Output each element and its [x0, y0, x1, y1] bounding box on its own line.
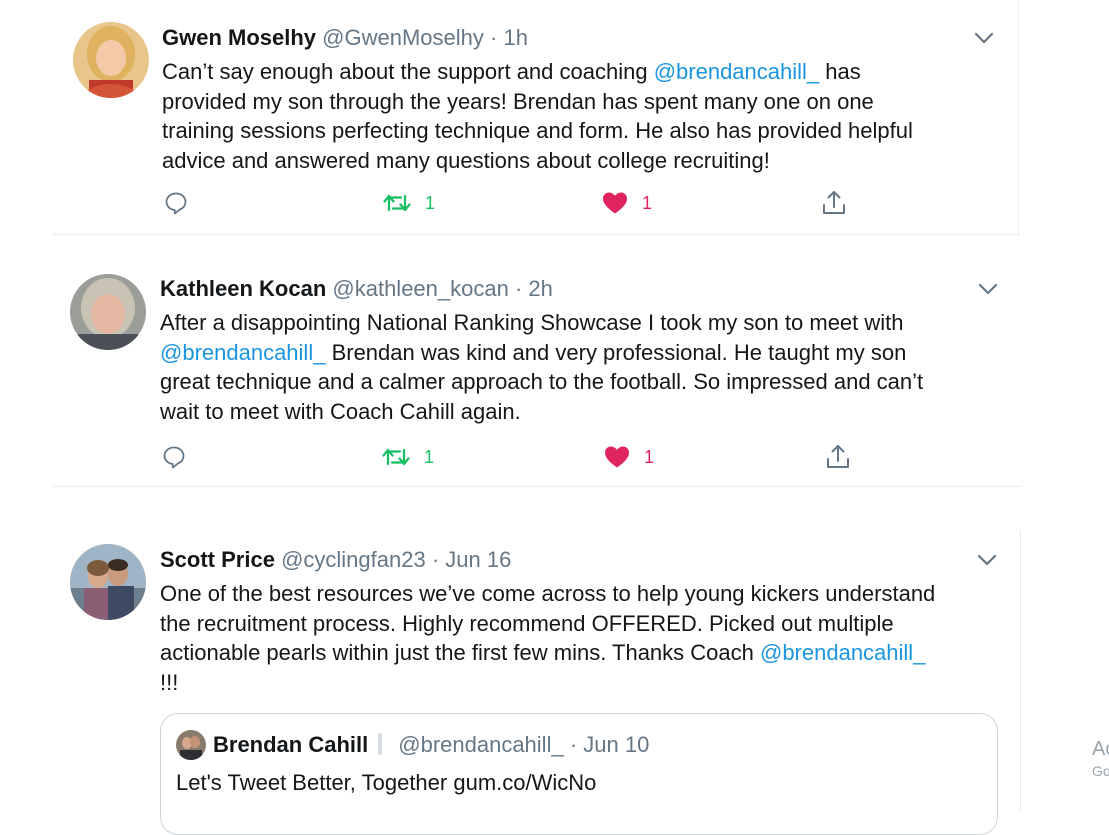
like-count: 1: [644, 446, 655, 467]
reply-icon: [163, 446, 185, 469]
retweet-count: 1: [425, 192, 436, 213]
text-line: actionable pearls within just the first …: [160, 640, 926, 666]
timeline-border: [1020, 530, 1021, 811]
text-line: One of the best resources we’ve come acr…: [160, 581, 936, 606]
timestamp[interactable]: 1h: [503, 25, 527, 50]
mention-link[interactable]: @brendancahill_: [760, 640, 925, 665]
quoted-tweet[interactable]: Brendan Cahill @brendancahill_ · Jun 10 L…: [160, 713, 998, 835]
text-line: the recruitment process. Highly recommen…: [160, 610, 894, 636]
text-line: !!!: [160, 669, 179, 695]
tweet-header: Gwen Moselhy @GwenMoselhy · 1h: [162, 25, 528, 51]
text-line: provided my son through the years! Brend…: [162, 88, 874, 114]
ad-label: Ac: [1092, 738, 1109, 760]
tweet-feed: Gwen Moselhy @GwenMoselhy · 1h Can’t say…: [0, 0, 1109, 835]
separator-dot: ·: [569, 732, 578, 757]
quoted-author-handle[interactable]: @brendancahill_: [398, 732, 563, 757]
text-line: advice and answered many questions about…: [162, 147, 770, 173]
retweet-count: 1: [424, 446, 435, 467]
author-name[interactable]: Kathleen Kocan: [160, 276, 326, 301]
reply-button[interactable]: [161, 442, 187, 472]
share-icon: [827, 445, 849, 468]
retweet-button[interactable]: 1: [383, 188, 435, 218]
text-line: @brendancahill_ Brendan was kind and ver…: [160, 339, 907, 365]
author-name[interactable]: Gwen Moselhy: [162, 25, 316, 50]
reply-button[interactable]: [163, 188, 189, 218]
timestamp[interactable]: Jun 16: [445, 547, 511, 572]
author-handle[interactable]: @GwenMoselhy: [322, 25, 484, 50]
chevron-down-icon[interactable]: [976, 553, 998, 567]
heart-icon: [605, 446, 629, 468]
quoted-timestamp[interactable]: Jun 10: [583, 732, 649, 757]
retweet-icon: [383, 194, 411, 212]
separator-dot: ·: [514, 276, 523, 301]
author-handle[interactable]: @kathleen_kocan: [332, 276, 508, 301]
text-line: wait to meet with Coach Cahill again.: [160, 398, 521, 424]
timestamp[interactable]: 2h: [528, 276, 552, 301]
mention-link[interactable]: @brendancahill_: [160, 340, 325, 365]
text-line: After a disappointing National Ranking S…: [160, 310, 904, 335]
tweet[interactable]: Kathleen Kocan @kathleen_kocan · 2h Afte…: [0, 236, 1020, 486]
quoted-avatar[interactable]: [176, 730, 206, 760]
avatar[interactable]: [73, 22, 149, 98]
quoted-header: Brendan Cahill @brendancahill_ · Jun 10: [213, 732, 649, 758]
avatar[interactable]: [70, 544, 146, 620]
like-count: 1: [642, 192, 653, 213]
author-name[interactable]: Scott Price: [160, 547, 275, 572]
quoted-text: Let's Tweet Better, Together gum.co/WicN…: [176, 770, 597, 795]
chevron-down-icon[interactable]: [973, 31, 995, 45]
ad-sublabel: Go: [1092, 763, 1109, 779]
tweet-text: After a disappointing National Ranking S…: [160, 308, 923, 426]
separator-dot: ·: [490, 25, 498, 50]
separator-dot: ·: [431, 547, 440, 572]
share-icon: [823, 191, 845, 214]
reply-icon: [165, 192, 187, 215]
tweet-text: Can’t say enough about the support and c…: [162, 57, 913, 175]
text-line: training sessions perfecting technique a…: [162, 118, 913, 144]
share-button[interactable]: [821, 188, 847, 218]
text-line: Can’t say enough about the support and c…: [162, 59, 861, 84]
mention-link[interactable]: @brendancahill_: [654, 59, 819, 84]
tweet[interactable]: Scott Price @cyclingfan23 · Jun 16 One o…: [0, 487, 1020, 835]
retweet-button[interactable]: 1: [382, 442, 434, 472]
like-button[interactable]: 1: [604, 442, 654, 472]
share-button[interactable]: [825, 442, 851, 472]
tweet-divider: [52, 234, 1020, 235]
quoted-author-name[interactable]: Brendan Cahill: [213, 732, 368, 757]
tweet-header: Scott Price @cyclingfan23 · Jun 16: [160, 547, 511, 573]
tweet[interactable]: Gwen Moselhy @GwenMoselhy · 1h Can’t say…: [0, 0, 1020, 235]
verified-icon: [378, 733, 383, 755]
like-button[interactable]: 1: [602, 188, 652, 218]
chevron-down-icon[interactable]: [977, 282, 999, 296]
avatar[interactable]: [70, 274, 146, 350]
author-handle[interactable]: @cyclingfan23: [281, 547, 426, 572]
text-line: great technique and a calmer approach to…: [160, 369, 924, 395]
tweet-header: Kathleen Kocan @kathleen_kocan · 2h: [160, 276, 553, 302]
retweet-icon: [382, 448, 410, 466]
tweet-text: One of the best resources we’ve come acr…: [160, 579, 935, 697]
heart-icon: [603, 192, 627, 214]
